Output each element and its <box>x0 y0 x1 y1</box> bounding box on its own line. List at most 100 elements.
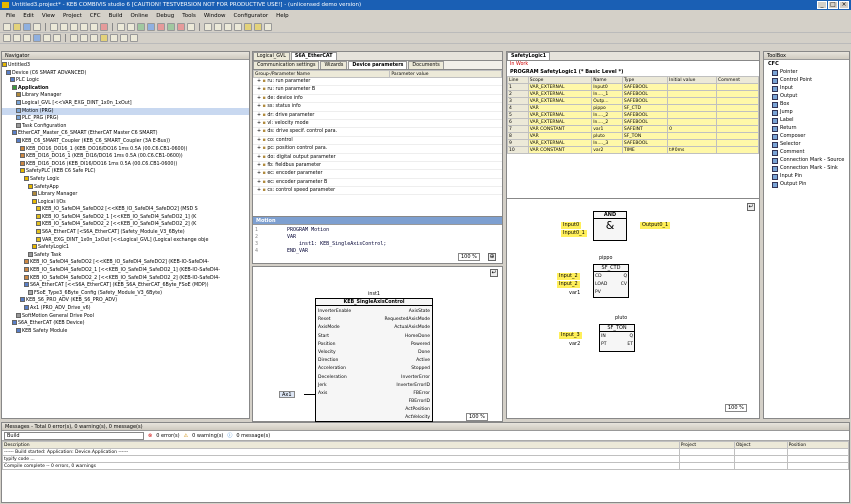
toolbox-item[interactable]: Output Pin <box>764 180 849 188</box>
message-line[interactable]: typify code ... <box>2 455 680 463</box>
zoom-select[interactable]: 100 % <box>725 404 747 412</box>
parameter-group[interactable]: + ▪ vl: velocity mode <box>253 120 502 129</box>
table-cell[interactable]: 2 <box>507 90 529 98</box>
tree-item[interactable]: S6A_EtherCAT (KEB Device) <box>2 320 249 328</box>
toolbox-item[interactable]: Label <box>764 116 849 124</box>
menu-configurator[interactable]: Configurator <box>230 11 273 21</box>
parameter-group[interactable]: + ▪ co: control <box>253 137 502 146</box>
menu-cfc[interactable]: CFC <box>86 11 105 21</box>
block-output-pin[interactable]: ActPosition <box>384 406 430 414</box>
column-header[interactable]: Comment <box>716 76 759 84</box>
menu-project[interactable]: Project <box>59 11 86 21</box>
table-cell[interactable]: 3 <box>507 97 529 105</box>
set-icon[interactable] <box>80 34 88 42</box>
toolbox-item[interactable]: Composer <box>764 132 849 140</box>
tree-item[interactable]: KEB_DI16_DO16_1 (KEB_DI16/DO16 1ms 0.5A … <box>2 153 249 161</box>
block-output-pin[interactable]: RequestedAxisMode <box>384 316 430 324</box>
parameter-group[interactable]: + ▪ cs: control speed parameter <box>253 187 502 196</box>
table-cell[interactable] <box>716 139 759 147</box>
tree-item[interactable]: KEB_IO_SafeDI4_SafeDO2 [<<KEB_IO_SafeDI4… <box>2 206 249 214</box>
tree-item[interactable]: Task Configuration <box>2 122 249 131</box>
motion-cfc-canvas[interactable]: ↵ inst1 KEB_SingleAxisControl InverterEn… <box>252 266 503 422</box>
toolbox-item[interactable]: Box <box>764 100 849 108</box>
tree-item[interactable]: KEB_S6_PRO_ADV (KEB_S6_PRO_ADV) <box>2 297 249 305</box>
tree-item[interactable]: KEB_C6_SMART_Coupler (KEB_C6_SMART_Coupl… <box>2 137 249 146</box>
and-block[interactable]: AND & <box>593 211 627 241</box>
input-var[interactable]: Input0 <box>561 222 582 229</box>
column-header[interactable]: Scope <box>527 76 593 84</box>
tab-documents[interactable]: Documents <box>408 61 444 69</box>
table-cell[interactable] <box>716 97 759 105</box>
parameter-group[interactable]: + ▪ ec: encoder parameter <box>253 170 502 179</box>
block-output-pin[interactable]: ActualAxisMode <box>384 324 430 332</box>
block-input-pin[interactable]: Position <box>318 341 351 349</box>
table-cell[interactable] <box>716 111 759 119</box>
table-cell[interactable]: VAR CONSTANT <box>527 125 593 133</box>
parameter-group[interactable]: + ▪ ec: encoder parameter B <box>253 179 502 188</box>
input-var[interactable]: var2 <box>569 341 580 347</box>
block-output-pin[interactable]: InverterErrorID <box>384 382 430 390</box>
table-cell[interactable]: Outp... <box>591 97 623 105</box>
block-output-pin[interactable]: FBErrorID <box>384 398 430 406</box>
input-var[interactable]: var1 <box>569 290 580 296</box>
sf-ctd-block[interactable]: SF_CTD CD LOAD PV Q CV <box>593 264 629 298</box>
table-cell[interactable]: 7 <box>507 125 529 133</box>
tree-item[interactable]: Safety Logic <box>2 175 249 184</box>
table-row[interactable]: 4 VAR pippo SF_CTD <box>507 104 759 112</box>
menu-help[interactable]: Help <box>272 11 293 21</box>
column-header[interactable]: Object <box>733 441 788 449</box>
tree-item[interactable]: SafetyApp <box>2 183 249 192</box>
order-icon[interactable] <box>110 34 118 42</box>
message-line[interactable]: Compile complete -- 0 errors, 0 warnings <box>2 462 680 470</box>
unforce-icon[interactable] <box>264 23 272 31</box>
table-cell[interactable] <box>716 132 759 140</box>
tree-item[interactable]: Safety Task <box>2 251 249 260</box>
toolbox-item[interactable]: Output <box>764 92 849 100</box>
table-cell[interactable] <box>716 118 759 126</box>
step-over-icon[interactable] <box>214 23 222 31</box>
menu-debug[interactable]: Debug <box>152 11 178 21</box>
table-cell[interactable]: VAR_EXTERNAL <box>527 111 593 119</box>
column-header[interactable]: Line <box>507 76 529 84</box>
block-input-pin[interactable]: Deceleration <box>318 374 351 382</box>
output-var[interactable]: Output0_1 <box>640 222 671 229</box>
block-input-pin[interactable]: Start <box>318 333 351 341</box>
step-out-icon[interactable] <box>234 23 242 31</box>
block-output-pin[interactable]: Powered <box>384 341 430 349</box>
table-cell[interactable]: 9 <box>507 139 529 147</box>
table-cell[interactable] <box>667 90 718 98</box>
jump-icon[interactable] <box>33 34 41 42</box>
toolbox-item[interactable]: Connection Mark - Source <box>764 156 849 164</box>
code-area[interactable]: PROGRAM Motion VAR inst1: KEB_SingleAxis… <box>287 227 386 255</box>
zoom-in-icon[interactable] <box>120 34 128 42</box>
toolbox-item[interactable]: Return <box>764 124 849 132</box>
toolbox-item[interactable]: Input <box>764 84 849 92</box>
tab-safetylogic1[interactable]: SafetyLogic1 <box>507 52 551 60</box>
table-cell[interactable] <box>667 83 718 91</box>
parameter-group[interactable]: + ▪ do: digital output parameter <box>253 154 502 162</box>
tree-item[interactable]: Ax1 (PRO_ADV_Drive_v6) <box>2 305 249 313</box>
tree-item[interactable]: KEB Safety Module <box>2 327 249 336</box>
input-icon[interactable] <box>13 34 21 42</box>
save-icon[interactable] <box>23 23 31 31</box>
table-cell[interactable]: SAFEBOOL <box>621 83 669 91</box>
input-var[interactable]: Input_3 <box>559 332 582 339</box>
paste-icon[interactable] <box>90 23 98 31</box>
table-cell[interactable]: 1 <box>507 83 529 91</box>
table-cell[interactable] <box>716 104 759 112</box>
stop-icon[interactable] <box>177 23 185 31</box>
block-input-pin[interactable]: Axis <box>318 390 351 398</box>
block-output-pin[interactable]: FBError <box>384 390 430 398</box>
logout-icon[interactable] <box>157 23 165 31</box>
run-icon[interactable] <box>167 23 175 31</box>
block-input-pin[interactable]: InverterEnable <box>318 308 351 316</box>
tab-logical-gvl[interactable]: Logical_GVL <box>253 52 290 60</box>
step-into-icon[interactable] <box>224 23 232 31</box>
block-output-pin[interactable]: AxisState <box>384 308 430 316</box>
return-icon[interactable] <box>53 34 61 42</box>
tree-item[interactable]: FSoE_Type3_6Byte_Config (Safety_Module_V… <box>2 289 249 298</box>
tree-item[interactable]: Application <box>2 84 249 93</box>
tree-item[interactable]: KEB_IO_SafeDI4_SafeDO2 [<<KEB_IO_SafeDI4… <box>2 259 249 267</box>
replace-icon[interactable] <box>127 23 135 31</box>
parameter-group[interactable]: + ▪ ru: run parameter <box>253 78 502 87</box>
